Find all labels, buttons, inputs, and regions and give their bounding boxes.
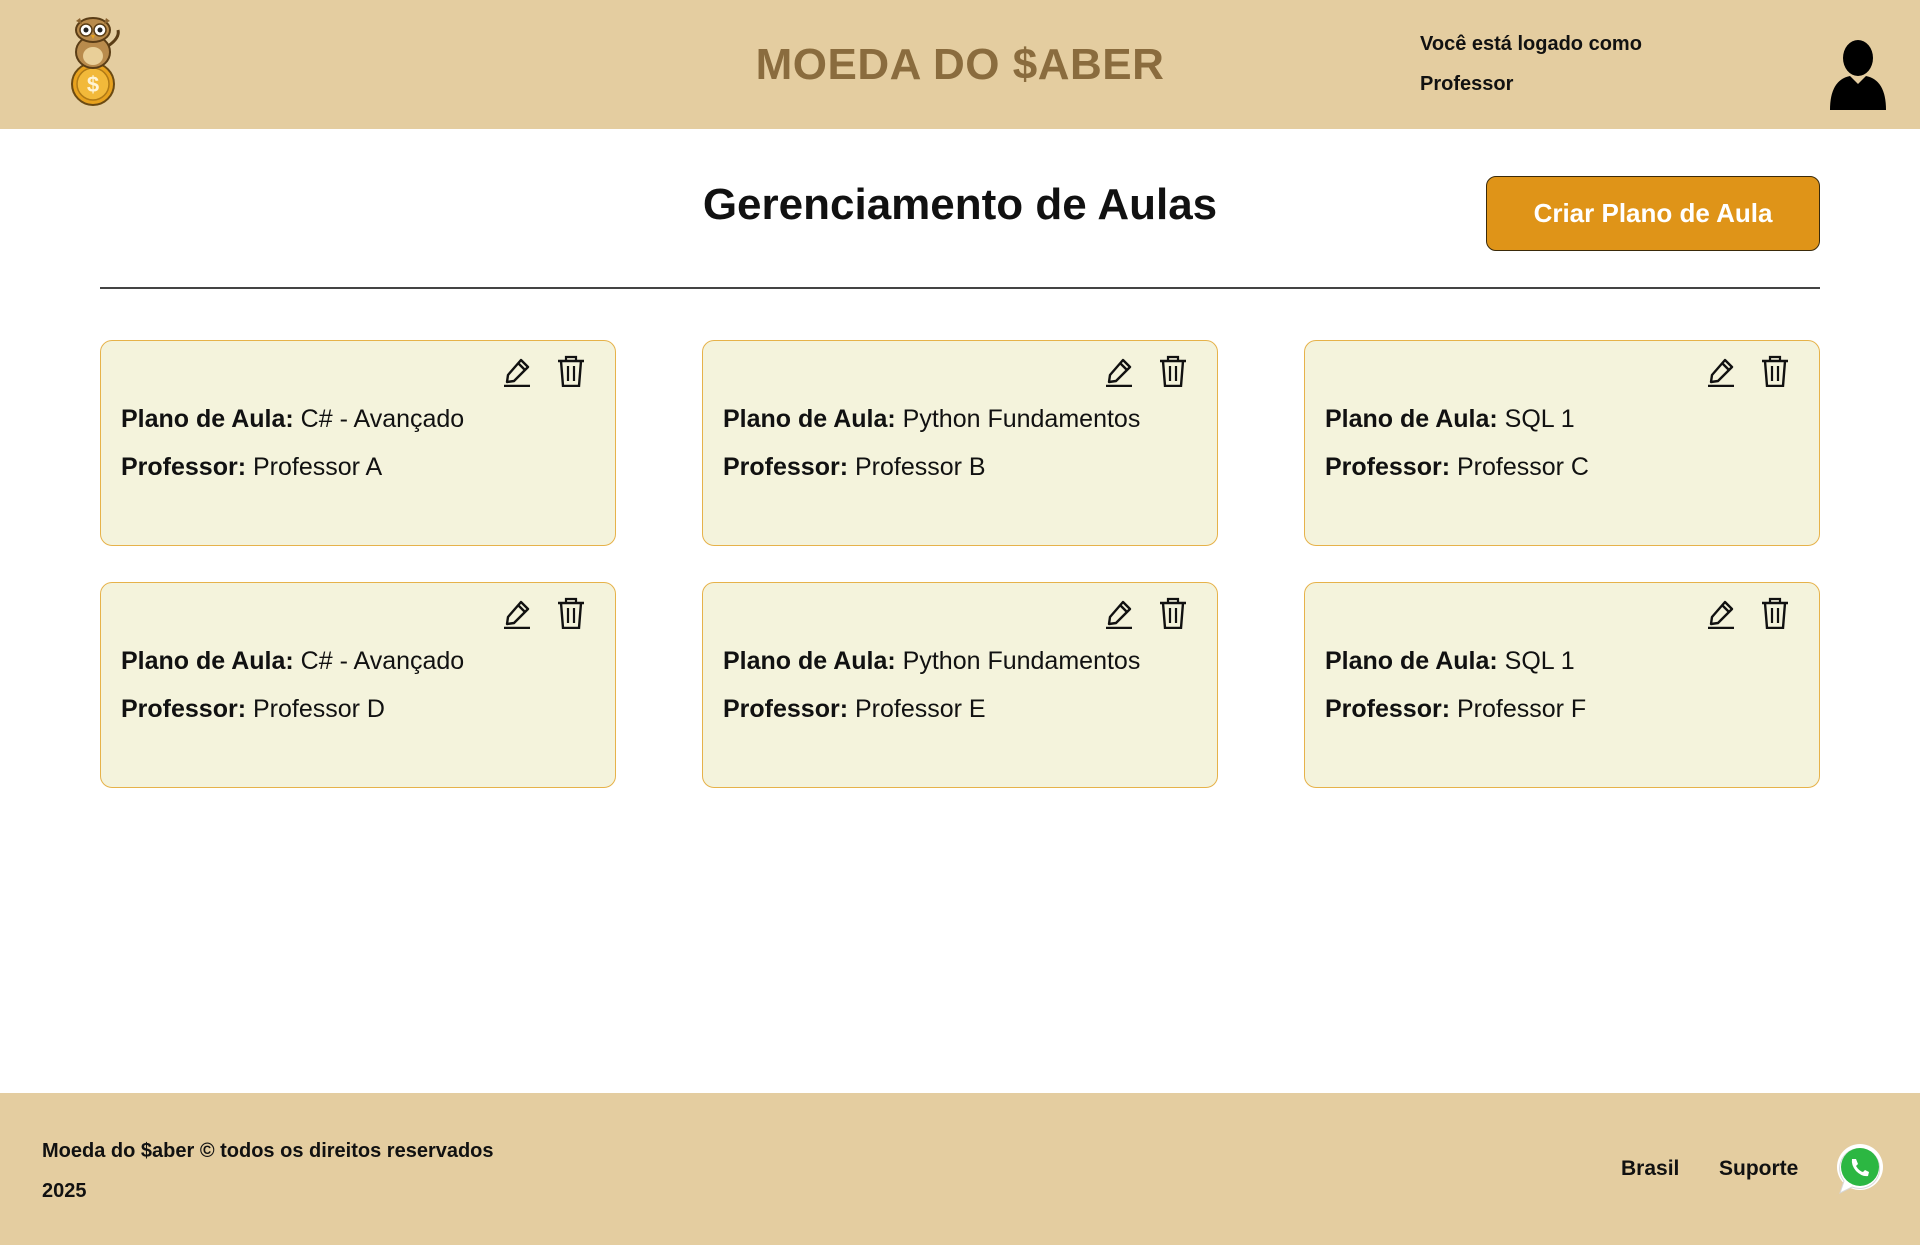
teacher-row: Professor: Professor C bbox=[1325, 453, 1589, 482]
trash-icon[interactable] bbox=[1157, 597, 1189, 629]
trash-icon[interactable] bbox=[555, 355, 587, 387]
plan-label: Plano de Aula: bbox=[121, 647, 294, 675]
login-info: Você está logado como Professor bbox=[1420, 24, 1642, 104]
user-silhouette-icon[interactable] bbox=[1828, 38, 1888, 110]
plan-name: SQL 1 bbox=[1504, 647, 1575, 675]
plan-name: Python Fundamentos bbox=[902, 405, 1141, 433]
copyright-year: 2025 bbox=[42, 1180, 87, 1202]
whatsapp-icon[interactable] bbox=[1834, 1143, 1884, 1195]
teacher-label: Professor: bbox=[723, 453, 849, 481]
plan-row: Plano de Aula: SQL 1 bbox=[1325, 647, 1575, 676]
plan-row: Plano de Aula: C# - Avançado bbox=[121, 647, 464, 676]
pencil-icon[interactable] bbox=[1103, 355, 1135, 387]
pencil-icon[interactable] bbox=[1705, 597, 1737, 629]
site-header: $ MOEDA DO $ABER Você está logado como P… bbox=[0, 0, 1920, 129]
teacher-label: Professor: bbox=[121, 695, 247, 723]
trash-icon[interactable] bbox=[555, 597, 587, 629]
lesson-plan-card: Plano de Aula: SQL 1 Professor: Professor… bbox=[1304, 340, 1820, 546]
create-lesson-plan-button[interactable]: Criar Plano de Aula bbox=[1486, 176, 1820, 251]
teacher-row: Professor: Professor D bbox=[121, 695, 385, 724]
login-role-text: Professor bbox=[1420, 73, 1514, 95]
plan-label: Plano de Aula: bbox=[1325, 647, 1498, 675]
teacher-name: Professor B bbox=[855, 453, 986, 481]
plan-row: Plano de Aula: C# - Avançado bbox=[121, 405, 464, 434]
teacher-row: Professor: Professor E bbox=[723, 695, 986, 724]
pencil-icon[interactable] bbox=[501, 597, 533, 629]
plan-row: Plano de Aula: Python Fundamentos bbox=[723, 647, 1140, 676]
plan-name: Python Fundamentos bbox=[902, 647, 1141, 675]
copyright-line: Moeda do $aber © todos os direitos reser… bbox=[42, 1140, 494, 1162]
plan-label: Plano de Aula: bbox=[723, 405, 896, 433]
teacher-row: Professor: Professor B bbox=[723, 453, 986, 482]
plan-name: C# - Avançado bbox=[300, 405, 465, 433]
plan-row: Plano de Aula: SQL 1 bbox=[1325, 405, 1575, 434]
lesson-plan-card: Plano de Aula: SQL 1 Professor: Professor… bbox=[1304, 582, 1820, 788]
site-footer: Moeda do $aber © todos os direitos reser… bbox=[0, 1093, 1920, 1245]
teacher-label: Professor: bbox=[1325, 695, 1451, 723]
plan-row: Plano de Aula: Python Fundamentos bbox=[723, 405, 1140, 434]
teacher-name: Professor E bbox=[855, 695, 986, 723]
footer-link-brasil[interactable]: Brasil bbox=[1621, 1157, 1679, 1181]
trash-icon[interactable] bbox=[1759, 355, 1791, 387]
footer-link-suporte[interactable]: Suporte bbox=[1719, 1157, 1798, 1181]
lesson-plan-card: Plano de Aula: Python Fundamentos Profess… bbox=[702, 340, 1218, 546]
lesson-plan-card: Plano de Aula: C# - Avançado Professor: P… bbox=[100, 582, 616, 788]
login-status-text: Você está logado como bbox=[1420, 33, 1642, 55]
plan-label: Plano de Aula: bbox=[723, 647, 896, 675]
teacher-name: Professor D bbox=[253, 695, 385, 723]
teacher-name: Professor A bbox=[253, 453, 383, 481]
plan-name: C# - Avançado bbox=[300, 647, 465, 675]
teacher-label: Professor: bbox=[723, 695, 849, 723]
trash-icon[interactable] bbox=[1157, 355, 1189, 387]
pencil-icon[interactable] bbox=[1705, 355, 1737, 387]
divider bbox=[100, 287, 1820, 289]
copyright-text: Moeda do $aber © todos os direitos reser… bbox=[42, 1131, 582, 1211]
plan-label: Plano de Aula: bbox=[1325, 405, 1498, 433]
plan-label: Plano de Aula: bbox=[121, 405, 294, 433]
teacher-name: Professor F bbox=[1457, 695, 1587, 723]
lesson-plan-card: Plano de Aula: C# - Avançado Professor: P… bbox=[100, 340, 616, 546]
teacher-label: Professor: bbox=[121, 453, 247, 481]
teacher-row: Professor: Professor A bbox=[121, 453, 382, 482]
trash-icon[interactable] bbox=[1759, 597, 1791, 629]
teacher-row: Professor: Professor F bbox=[1325, 695, 1586, 724]
teacher-label: Professor: bbox=[1325, 453, 1451, 481]
lesson-plan-card: Plano de Aula: Python Fundamentos Profess… bbox=[702, 582, 1218, 788]
pencil-icon[interactable] bbox=[501, 355, 533, 387]
pencil-icon[interactable] bbox=[1103, 597, 1135, 629]
plan-name: SQL 1 bbox=[1504, 405, 1575, 433]
teacher-name: Professor C bbox=[1457, 453, 1589, 481]
